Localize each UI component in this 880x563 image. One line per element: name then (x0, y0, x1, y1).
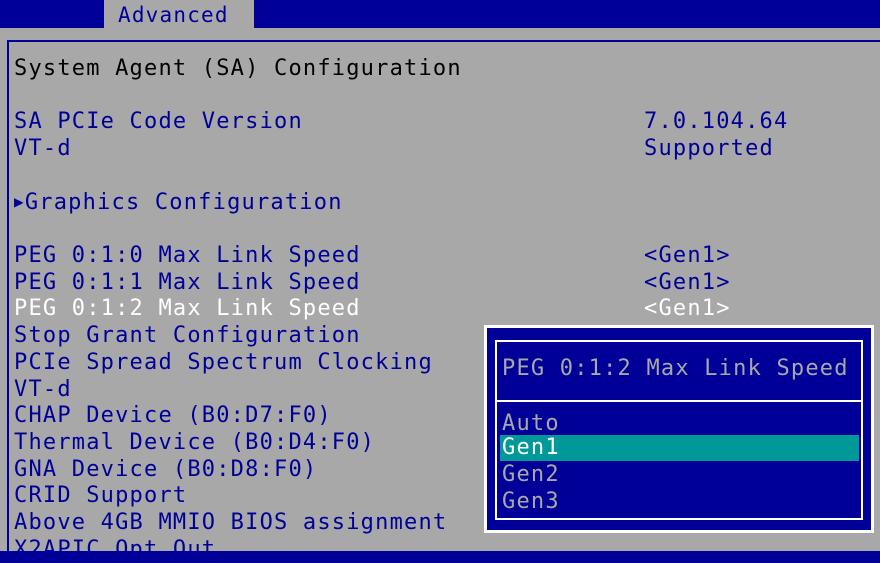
option-gen3[interactable]: Gen3 (500, 489, 859, 515)
setting-pcie-spread-spectrum[interactable]: PCIe Spread Spectrum Clocking (14, 350, 433, 376)
tab-advanced[interactable]: Advanced (104, 0, 254, 28)
option-auto[interactable]: Auto (500, 411, 859, 437)
setting-peg-012-label[interactable]: PEG 0:1:2 Max Link Speed (14, 296, 361, 322)
option-gen2[interactable]: Gen2 (500, 462, 859, 488)
option-gen1[interactable]: Gen1 (500, 435, 859, 461)
setting-chap-device[interactable]: CHAP Device (B0:D7:F0) (14, 403, 332, 429)
info-label-vtd: VT-d (14, 136, 72, 161)
popup-divider (497, 400, 861, 402)
setting-vtd[interactable]: VT-d (14, 377, 72, 403)
submenu-arrow-icon: ▶ (14, 192, 25, 211)
menu-item-label: Graphics Configuration (24, 190, 343, 215)
setting-stop-grant[interactable]: Stop Grant Configuration (14, 323, 361, 349)
setting-thermal-device[interactable]: Thermal Device (B0:D4:F0) (14, 430, 375, 456)
setting-peg-011-value[interactable]: <Gen1> (644, 270, 731, 296)
option-popup: PEG 0:1:2 Max Link Speed Auto Gen1 Gen2 … (484, 325, 874, 533)
setting-peg-010-label[interactable]: PEG 0:1:0 Max Link Speed (14, 243, 361, 269)
option-popup-frame: PEG 0:1:2 Max Link Speed Auto Gen1 Gen2 … (495, 340, 863, 520)
setting-peg-010-value[interactable]: <Gen1> (644, 243, 731, 269)
page-title: System Agent (SA) Configuration (14, 56, 462, 81)
setting-peg-011-label[interactable]: PEG 0:1:1 Max Link Speed (14, 270, 361, 296)
info-value-sa-pcie-version: 7.0.104.64 (644, 109, 789, 134)
info-label-sa-pcie-version: SA PCIe Code Version (14, 109, 303, 134)
menu-item-graphics-configuration[interactable]: ▶Graphics Configuration (14, 189, 343, 216)
setting-gna-device[interactable]: GNA Device (B0:D8:F0) (14, 457, 317, 483)
setting-x2apic-opt-out[interactable]: X2APIC Opt Out (14, 537, 216, 563)
popup-title: PEG 0:1:2 Max Link Speed (502, 356, 849, 381)
setting-peg-012-value[interactable]: <Gen1> (644, 296, 731, 322)
setting-crid-support[interactable]: CRID Support (14, 483, 187, 509)
info-value-vtd: Supported (644, 136, 775, 161)
setting-above-4gb-mmio[interactable]: Above 4GB MMIO BIOS assignment (14, 510, 447, 536)
top-menu-bar: Advanced (0, 0, 880, 28)
